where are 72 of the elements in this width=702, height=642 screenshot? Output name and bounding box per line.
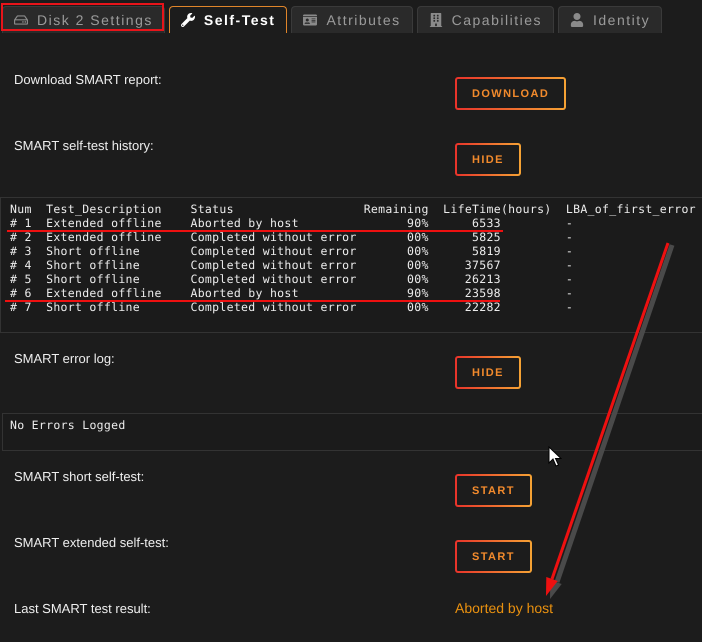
table-cell: Extended offline: [46, 286, 162, 300]
wrench-icon: [180, 13, 195, 27]
setting-label: Last SMART test result:: [14, 601, 151, 616]
table-cell: 90%: [407, 286, 429, 300]
table-cell: -: [566, 300, 574, 314]
setting-label: SMART extended self-test:: [14, 535, 169, 550]
table-cell: Extended offline: [46, 216, 162, 230]
action-button[interactable]: HIDE: [455, 356, 521, 389]
table-cell: 26213: [464, 272, 501, 286]
table-cell: Short offline: [46, 258, 140, 272]
table-cell: Aborted by host: [190, 216, 299, 230]
table-cell: 37567: [464, 258, 501, 272]
setting-label: SMART error log:: [14, 351, 115, 366]
table-cell: Completed without error: [190, 258, 357, 272]
table-cell: # 1: [10, 216, 32, 230]
table-cell: -: [566, 258, 574, 272]
table-cell: 5825: [472, 230, 501, 244]
table-cell: # 3: [10, 244, 32, 258]
id-card-icon: [303, 13, 318, 27]
building-icon: [428, 13, 443, 27]
hard-drive-icon: [14, 13, 28, 27]
action-button[interactable]: START: [455, 540, 532, 573]
tab[interactable]: Self-Test: [168, 6, 288, 33]
tab[interactable]: Disk 2 Settings: [2, 6, 165, 33]
setting-label: Download SMART report:: [14, 72, 162, 87]
column-header: LifeTime(hours): [443, 202, 552, 216]
table-cell: 00%: [407, 244, 429, 258]
column-header: Test_Description: [46, 202, 162, 216]
column-header: Remaining: [364, 202, 429, 216]
table-cell: # 7: [10, 300, 32, 314]
setting-label: SMART short self-test:: [14, 469, 144, 484]
table-cell: Completed without error: [190, 244, 357, 258]
column-header: Status: [190, 202, 234, 216]
table-cell: -: [566, 286, 574, 300]
table-cell: Short offline: [46, 244, 140, 258]
table-cell: 90%: [407, 216, 429, 230]
table-cell: -: [566, 244, 574, 258]
test-result-value: Aborted by host: [455, 600, 554, 616]
table-cell: Short offline: [46, 272, 140, 286]
table-cell: 00%: [407, 272, 429, 286]
table-cell: # 2: [10, 230, 32, 244]
table-cell: # 6: [10, 286, 32, 300]
tab[interactable]: Capabilities: [416, 6, 554, 33]
table-cell: 00%: [407, 258, 429, 272]
table-cell: 5819: [472, 244, 501, 258]
table-cell: Completed without error: [190, 230, 357, 244]
table-cell: 6533: [472, 216, 501, 230]
table-cell: Completed without error: [190, 300, 357, 314]
table-cell: 23598: [464, 286, 501, 300]
tab[interactable]: Attributes: [291, 6, 413, 33]
action-button[interactable]: HIDE: [455, 143, 521, 176]
table-cell: 00%: [407, 300, 429, 314]
action-button[interactable]: DOWNLOAD: [455, 77, 566, 110]
action-button[interactable]: START: [455, 474, 532, 507]
table-cell: # 4: [10, 258, 32, 272]
mouse-cursor-icon: [548, 446, 562, 467]
table-cell: -: [566, 230, 574, 244]
table-cell: Aborted by host: [190, 286, 299, 300]
table-cell: 00%: [407, 230, 429, 244]
setting-label: SMART self-test history:: [14, 138, 154, 153]
table-cell: Completed without error: [190, 272, 357, 286]
column-header: Num: [10, 202, 32, 216]
table-cell: -: [566, 216, 574, 230]
log-message: No Errors Logged: [10, 418, 126, 432]
column-header: LBA_of_first_error: [566, 202, 696, 216]
table-cell: Short offline: [46, 300, 140, 314]
tab[interactable]: Identity: [558, 6, 662, 33]
table-cell: # 5: [10, 272, 32, 286]
user-icon: [570, 13, 584, 27]
table-cell: Extended offline: [46, 230, 162, 244]
table-cell: 22282: [464, 300, 501, 314]
table-cell: -: [566, 272, 574, 286]
